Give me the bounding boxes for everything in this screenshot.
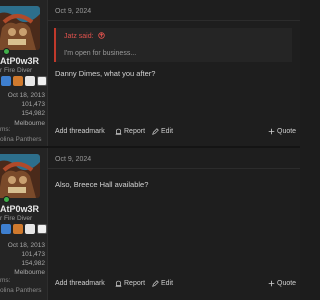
post-1: AtP0w3R r Fire Diver Oct 18, 2013 101,47… (0, 0, 300, 146)
divider (48, 168, 300, 169)
report-icon (115, 280, 122, 287)
joined-date: Oct 18, 2013 (7, 92, 45, 99)
user-badges (1, 224, 47, 234)
badge-icon (25, 224, 35, 234)
quote-text: I'm open for business... (64, 50, 137, 57)
joined-date: Oct 18, 2013 (7, 242, 45, 249)
fav-team-label: ms: (0, 277, 11, 284)
badge-icon (13, 224, 23, 234)
quote-button[interactable]: Quote (268, 280, 296, 287)
quote-button[interactable]: Quote (268, 128, 296, 135)
reaction-score: 154,982 (21, 260, 46, 267)
reaction-score: 154,982 (21, 110, 46, 117)
username[interactable]: AtP0w3R (0, 204, 39, 214)
post-body: Also, Breece Hall available? (55, 180, 149, 189)
report-label: Report (124, 128, 146, 135)
post-body: Danny Dimes, what you after? (55, 69, 156, 78)
report-button[interactable]: Report (115, 128, 145, 135)
quote-arrow-icon[interactable] (97, 32, 105, 39)
plus-icon (268, 280, 275, 287)
post-date[interactable]: Oct 9, 2024 (55, 8, 91, 15)
report-button[interactable]: Report (115, 280, 145, 287)
add-threadmark-button[interactable]: Add threadmark (55, 128, 105, 135)
badge-icon (1, 76, 11, 86)
online-status-icon (3, 48, 10, 55)
quote-label: Quote (277, 280, 297, 287)
post-actions: Add threadmark Report Edit Quote (48, 280, 300, 292)
badge-icon (37, 224, 47, 234)
badge-icon (1, 224, 11, 234)
location: Melbourne (14, 120, 45, 127)
avatar[interactable] (0, 6, 40, 50)
fav-team-label: ms: (0, 126, 11, 133)
message-count: 101,473 (21, 101, 46, 108)
user-title: r Fire Diver (0, 67, 33, 74)
online-status-icon (3, 196, 10, 203)
user-sidebar: AtP0w3R r Fire Diver Oct 18, 2013 101,47… (0, 148, 48, 300)
post-2: AtP0w3R r Fire Diver Oct 18, 2013 101,47… (0, 148, 300, 300)
badge-icon (37, 76, 47, 86)
edit-icon (152, 280, 159, 287)
report-icon (115, 128, 122, 135)
quote-author[interactable]: Jatz said: (64, 32, 105, 40)
divider (48, 20, 300, 21)
add-threadmark-button[interactable]: Add threadmark (55, 280, 105, 287)
fav-team: olina Panthers (0, 287, 42, 294)
user-badges (1, 76, 47, 86)
plus-icon (268, 128, 275, 135)
quote-block: Jatz said: I'm open for business... (54, 28, 292, 62)
badge-icon (13, 76, 23, 86)
user-sidebar: AtP0w3R r Fire Diver Oct 18, 2013 101,47… (0, 0, 48, 146)
edit-button[interactable]: Edit (152, 280, 173, 287)
edit-label: Edit (161, 128, 174, 135)
edit-label: Edit (161, 280, 174, 287)
edit-button[interactable]: Edit (152, 128, 173, 135)
quote-label: Quote (277, 128, 297, 135)
message-content: Oct 9, 2024 Also, Breece Hall available?… (48, 148, 300, 300)
edit-icon (152, 128, 159, 135)
post-actions: Add threadmark Report Edit Quote (48, 128, 300, 140)
post-date[interactable]: Oct 9, 2024 (55, 156, 91, 163)
username[interactable]: AtP0w3R (0, 56, 39, 66)
report-label: Report (124, 280, 146, 287)
message-count: 101,473 (21, 251, 46, 258)
location: Melbourne (14, 269, 45, 276)
avatar[interactable] (0, 154, 40, 198)
badge-icon (25, 76, 35, 86)
message-content: Oct 9, 2024 Jatz said: I'm open for busi… (48, 0, 300, 146)
user-title: r Fire Diver (0, 215, 33, 222)
fav-team: olina Panthers (0, 136, 42, 143)
quote-author-label: Jatz said: (64, 33, 94, 40)
